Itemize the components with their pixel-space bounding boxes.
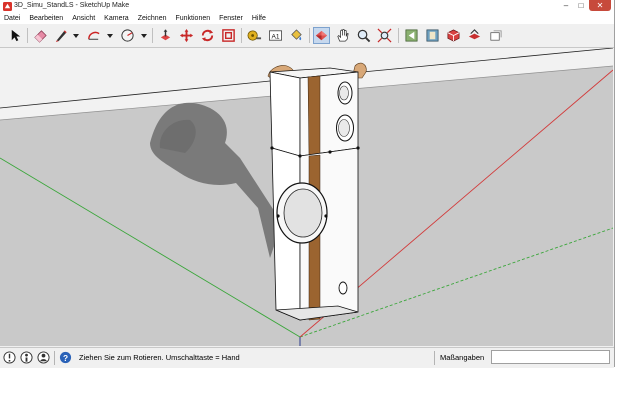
text-label-icon: A1: [269, 30, 282, 41]
upper-cabinet-front: [269, 71, 301, 157]
vertex-marker: [276, 214, 280, 218]
previous-view-icon: [405, 29, 418, 42]
menu-window[interactable]: Fenster: [215, 13, 248, 24]
menu-edit[interactable]: Bearbeiten: [25, 13, 68, 24]
orbit-tool-button[interactable]: [313, 27, 330, 44]
extension-warehouse-icon: [447, 29, 460, 42]
share-model-button[interactable]: [466, 27, 483, 44]
credits-icon[interactable]: [20, 351, 33, 364]
rotate-arrows-icon: [201, 29, 214, 42]
drawing-viewport[interactable]: [0, 48, 613, 346]
close-button[interactable]: ✕: [589, 0, 611, 11]
hand-icon: [337, 28, 349, 42]
model-canvas[interactable]: [0, 48, 613, 346]
circle-shape-icon: [121, 29, 134, 42]
user-account-icon[interactable]: [37, 351, 50, 364]
eraser-icon: [34, 30, 47, 43]
orbit-icon: [315, 30, 328, 41]
arc-tool-button[interactable]: [85, 27, 102, 44]
pencil-dropdown-icon[interactable]: [73, 34, 79, 38]
title-bar: 3D_Simu_StandLS - SketchUp Make – □ ✕: [0, 0, 614, 13]
window-title: 3D_Simu_StandLS - SketchUp Make: [14, 2, 130, 9]
svg-text:A1: A1: [271, 33, 279, 40]
midrange-cone: [338, 119, 350, 137]
tape-measure-icon: [247, 30, 262, 41]
extension-warehouse-button[interactable]: [445, 27, 462, 44]
vertex-marker: [298, 154, 302, 158]
minimize-button[interactable]: –: [559, 0, 573, 11]
shapes-dropdown-icon[interactable]: [141, 34, 147, 38]
svg-text:?: ?: [63, 353, 68, 363]
zoom-extents-icon: [377, 28, 392, 43]
shapes-tool-button[interactable]: [119, 27, 136, 44]
zoom-extents-tool-button[interactable]: [376, 27, 393, 44]
paint-bucket-icon: [291, 29, 302, 41]
help-icon[interactable]: ?: [59, 351, 72, 364]
arc-dropdown-icon[interactable]: [107, 34, 113, 38]
pan-tool-button[interactable]: [334, 27, 351, 44]
share-component-icon: [490, 30, 502, 41]
window-controls: – □ ✕: [559, 0, 611, 12]
push-pull-tool-button[interactable]: [157, 27, 174, 44]
main-toolbar: A1: [0, 24, 614, 48]
menu-view[interactable]: Ansicht: [68, 13, 100, 24]
pencil-tool-button[interactable]: [53, 27, 70, 44]
maximize-button[interactable]: □: [574, 0, 588, 11]
offset-tool-button[interactable]: [220, 27, 237, 44]
upper-wood-strip: [307, 75, 321, 157]
vertex-marker: [324, 214, 328, 218]
text-tool-button[interactable]: A1: [267, 27, 284, 44]
status-bar: ? Ziehen Sie zum Rotieren. Umschalttaste…: [0, 347, 614, 368]
warehouse-tool-button[interactable]: [424, 27, 441, 44]
zoom-tool-button[interactable]: [355, 27, 372, 44]
eraser-tool-button[interactable]: [32, 27, 49, 44]
status-message: Ziehen Sie zum Rotieren. Umschalttaste =…: [79, 353, 240, 362]
magnifier-icon: [357, 29, 371, 43]
move-arrows-icon: [179, 28, 194, 43]
menu-tools[interactable]: Funktionen: [171, 13, 215, 24]
share-model-icon: [468, 29, 481, 40]
menu-bar: Datei Bearbeiten Ansicht Kamera Zeichnen…: [0, 13, 614, 24]
previous-view-button[interactable]: [403, 27, 420, 44]
move-tool-button[interactable]: [178, 27, 195, 44]
share-component-button[interactable]: [487, 27, 504, 44]
tweeter-cone: [339, 85, 349, 101]
vertex-marker: [356, 146, 360, 150]
tape-measure-tool-button[interactable]: [246, 27, 263, 44]
woofer-cone: [283, 188, 323, 238]
pencil-icon: [55, 30, 67, 43]
bass-port: [338, 281, 348, 295]
push-pull-icon: [160, 29, 171, 41]
measurements-label: Maßangaben: [440, 353, 485, 362]
arc-icon: [88, 31, 100, 40]
menu-file[interactable]: Datei: [0, 13, 25, 24]
menu-help[interactable]: Hilfe: [248, 13, 271, 24]
rotate-tool-button[interactable]: [199, 27, 216, 44]
offset-icon: [222, 29, 235, 42]
arrow-cursor-icon: [11, 29, 21, 42]
3d-warehouse-icon: [426, 29, 439, 42]
menu-camera[interactable]: Kamera: [100, 13, 134, 24]
menu-draw[interactable]: Zeichnen: [134, 13, 172, 24]
sketchup-app-icon: [3, 2, 12, 11]
vertex-marker: [328, 150, 332, 154]
paint-bucket-tool-button[interactable]: [288, 27, 305, 44]
vertex-marker: [270, 146, 274, 150]
geo-location-icon[interactable]: [3, 351, 16, 364]
measurements-input[interactable]: [491, 350, 610, 364]
sketchup-window: 3D_Simu_StandLS - SketchUp Make – □ ✕ Da…: [0, 0, 615, 368]
select-tool-button[interactable]: [7, 27, 24, 44]
